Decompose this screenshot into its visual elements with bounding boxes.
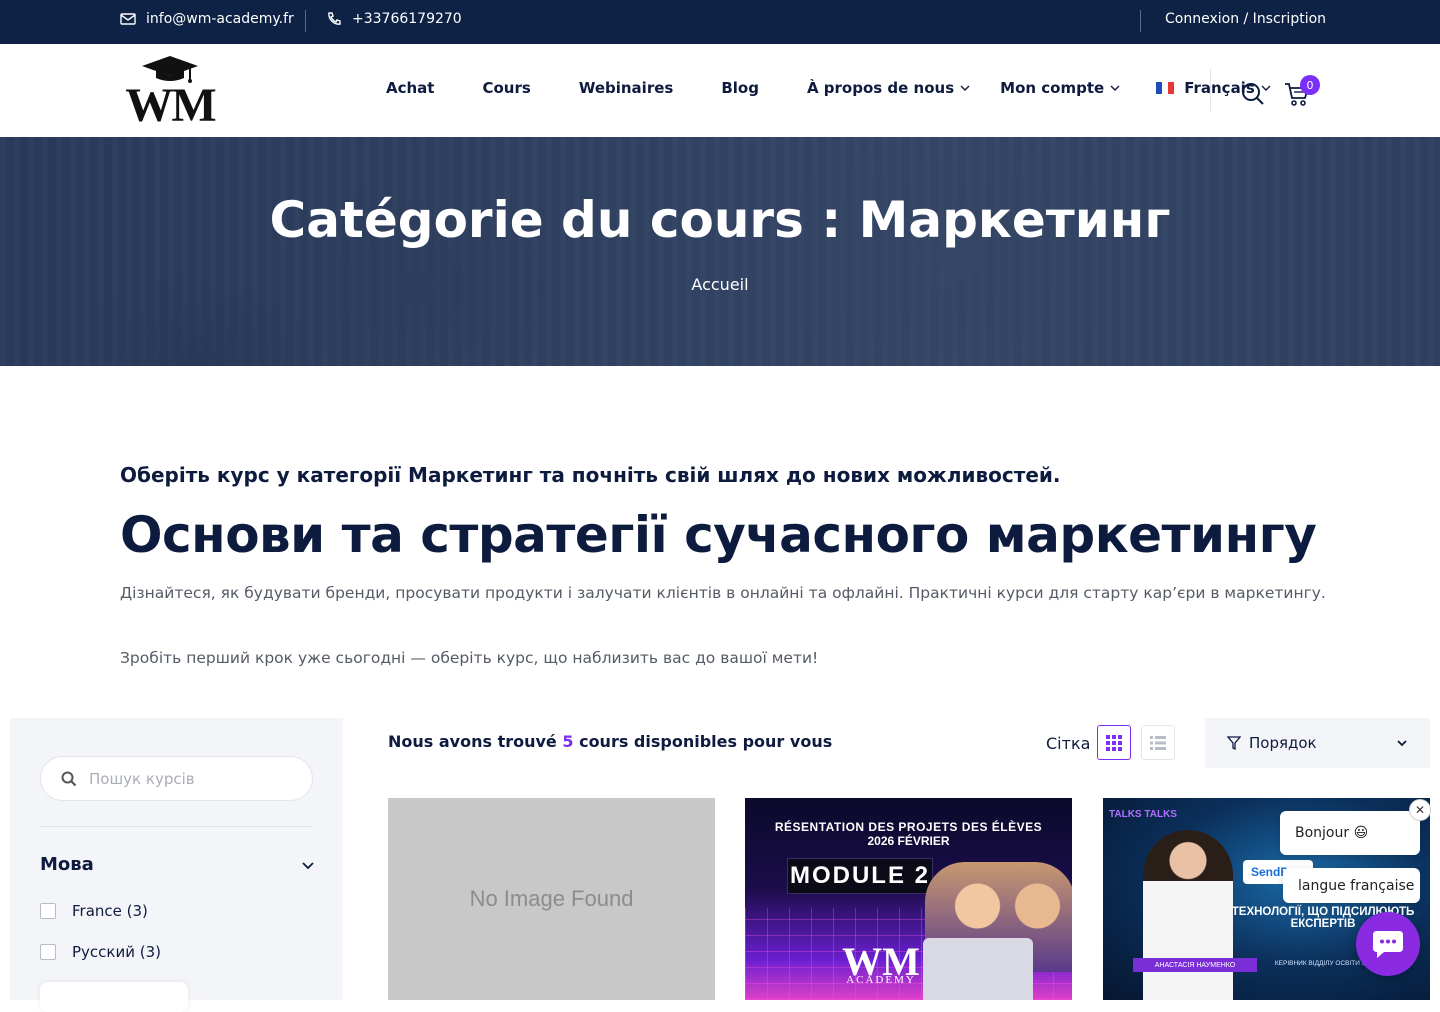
chat-icon	[1373, 931, 1403, 958]
course-card[interactable]: RÉSENTATION DES PROJETS DES ÉLÈVES 2026 …	[745, 798, 1072, 1000]
email-text[interactable]: info@wm-academy.fr	[146, 11, 294, 27]
view-label: Сітка	[1046, 734, 1091, 753]
no-image-placeholder: No Image Found	[469, 886, 634, 911]
logo-text: WM	[125, 79, 216, 132]
breadcrumb[interactable]: Accueil	[0, 275, 1440, 294]
search-icon[interactable]	[1241, 81, 1265, 105]
floating-panel	[40, 982, 188, 1012]
search-icon	[61, 771, 77, 786]
nav-item-webinaires[interactable]: Webinaires	[579, 79, 674, 97]
grid-icon	[1106, 734, 1122, 751]
chevron-down-icon	[960, 85, 970, 91]
chat-greeting-text: Bonjour 😃	[1295, 825, 1369, 841]
course-card[interactable]: No Image Found	[388, 798, 715, 1000]
card-image-text: RÉSENTATION DES PROJETS DES ÉLÈVES	[774, 820, 1043, 834]
grid-view-button[interactable]	[1097, 725, 1131, 760]
chevron-down-icon	[1397, 740, 1407, 747]
chat-language-bubble[interactable]: langue française	[1283, 868, 1420, 903]
filter-option[interactable]: France (3)	[40, 902, 148, 920]
phone-contact[interactable]: +33766179270	[326, 11, 462, 27]
card-image	[1143, 830, 1233, 1000]
nav-item-account[interactable]: Mon compte	[1000, 79, 1120, 97]
email-contact[interactable]: info@wm-academy.fr	[120, 11, 294, 27]
nav-item-blog[interactable]: Blog	[721, 79, 759, 97]
mail-icon	[120, 13, 136, 25]
phone-text[interactable]: +33766179270	[352, 11, 462, 27]
card-image-text: АНАСТАСІЯ НАУМЕНКО	[1133, 958, 1257, 972]
results-suffix: cours disponibles pour vous	[579, 732, 833, 751]
main-header: WM Achat Cours Webinaires Blog À propos …	[0, 44, 1440, 137]
chat-language-text: langue française	[1298, 877, 1415, 894]
results-count: 5	[562, 732, 574, 751]
divider	[1210, 69, 1211, 111]
search-input[interactable]	[89, 769, 289, 788]
auth-link-text[interactable]: Connexion / Inscription	[1165, 11, 1326, 27]
main-nav: Achat Cours Webinaires Blog À propos de …	[386, 79, 1271, 97]
card-image-text: MODULE 2	[787, 858, 933, 894]
card-image-text: TALKS TALKS	[1109, 809, 1177, 820]
list-view-button[interactable]	[1141, 725, 1175, 760]
nav-item-about[interactable]: À propos de nous	[807, 79, 970, 97]
course-search[interactable]	[40, 756, 313, 801]
top-bar: info@wm-academy.fr +33766179270 Connexio…	[0, 0, 1440, 44]
results-count-text: Nous avons trouvé 5 cours disponibles po…	[388, 732, 832, 751]
divider	[305, 10, 306, 32]
phone-icon	[328, 12, 341, 25]
chat-greeting-bubble[interactable]: Bonjour 😃	[1280, 811, 1420, 855]
filter-option[interactable]: Русский (3)	[40, 943, 161, 961]
card-image-text: ACADEMY	[846, 974, 916, 986]
nav-label[interactable]: Blog	[721, 79, 759, 97]
chevron-down-icon	[1110, 85, 1120, 91]
nav-label[interactable]: Cours	[482, 79, 530, 97]
divider	[1140, 10, 1141, 32]
nav-item-cours[interactable]: Cours	[482, 79, 530, 97]
intro-paragraph: Дізнайтеся, як будувати бренди, просуват…	[120, 584, 1326, 602]
intro-subtitle: Оберіть курс у категорії Маркетинг та по…	[120, 463, 1061, 487]
checkbox[interactable]	[40, 903, 56, 919]
nav-label[interactable]: Mon compte	[1000, 79, 1104, 97]
intro-title: Основи та стратегії сучасного маркетингу	[120, 506, 1317, 564]
divider	[40, 826, 313, 827]
nav-label[interactable]: Webinaires	[579, 79, 674, 97]
sort-label[interactable]: Порядок	[1249, 734, 1317, 752]
filter-title[interactable]: Мова	[40, 854, 94, 875]
chat-launcher-button[interactable]	[1356, 912, 1420, 976]
auth-link[interactable]: Connexion / Inscription	[1165, 11, 1326, 27]
close-icon[interactable]: ✕	[1409, 799, 1431, 821]
sort-dropdown[interactable]: Порядок	[1205, 718, 1430, 768]
results-prefix: Nous avons trouvé	[388, 732, 557, 751]
cart-count-badge: 0	[1300, 75, 1320, 95]
filter-sidebar: Мова France (3) Русский (3)	[10, 718, 343, 1012]
page-title: Catégorie du cours : Маркетинг	[269, 191, 1171, 249]
intro-paragraph: Зробіть перший крок уже сьогодні — обері…	[120, 649, 819, 667]
nav-label[interactable]: Achat	[386, 79, 434, 97]
list-icon	[1150, 735, 1166, 750]
french-flag-icon	[1156, 82, 1175, 94]
filter-icon	[1227, 736, 1241, 750]
card-image-text: 2026 FÉVRIER	[867, 834, 950, 848]
chevron-down-icon[interactable]	[301, 858, 315, 872]
nav-item-achat[interactable]: Achat	[386, 79, 434, 97]
filter-option-label[interactable]: Русский (3)	[72, 943, 161, 961]
site-logo[interactable]: WM	[120, 56, 220, 132]
checkbox[interactable]	[40, 944, 56, 960]
filter-option-label[interactable]: France (3)	[72, 902, 148, 920]
nav-label[interactable]: À propos de nous	[807, 79, 954, 97]
card-image	[923, 938, 1033, 1000]
hero-banner: Catégorie du cours : Маркетинг Accueil	[0, 137, 1440, 366]
